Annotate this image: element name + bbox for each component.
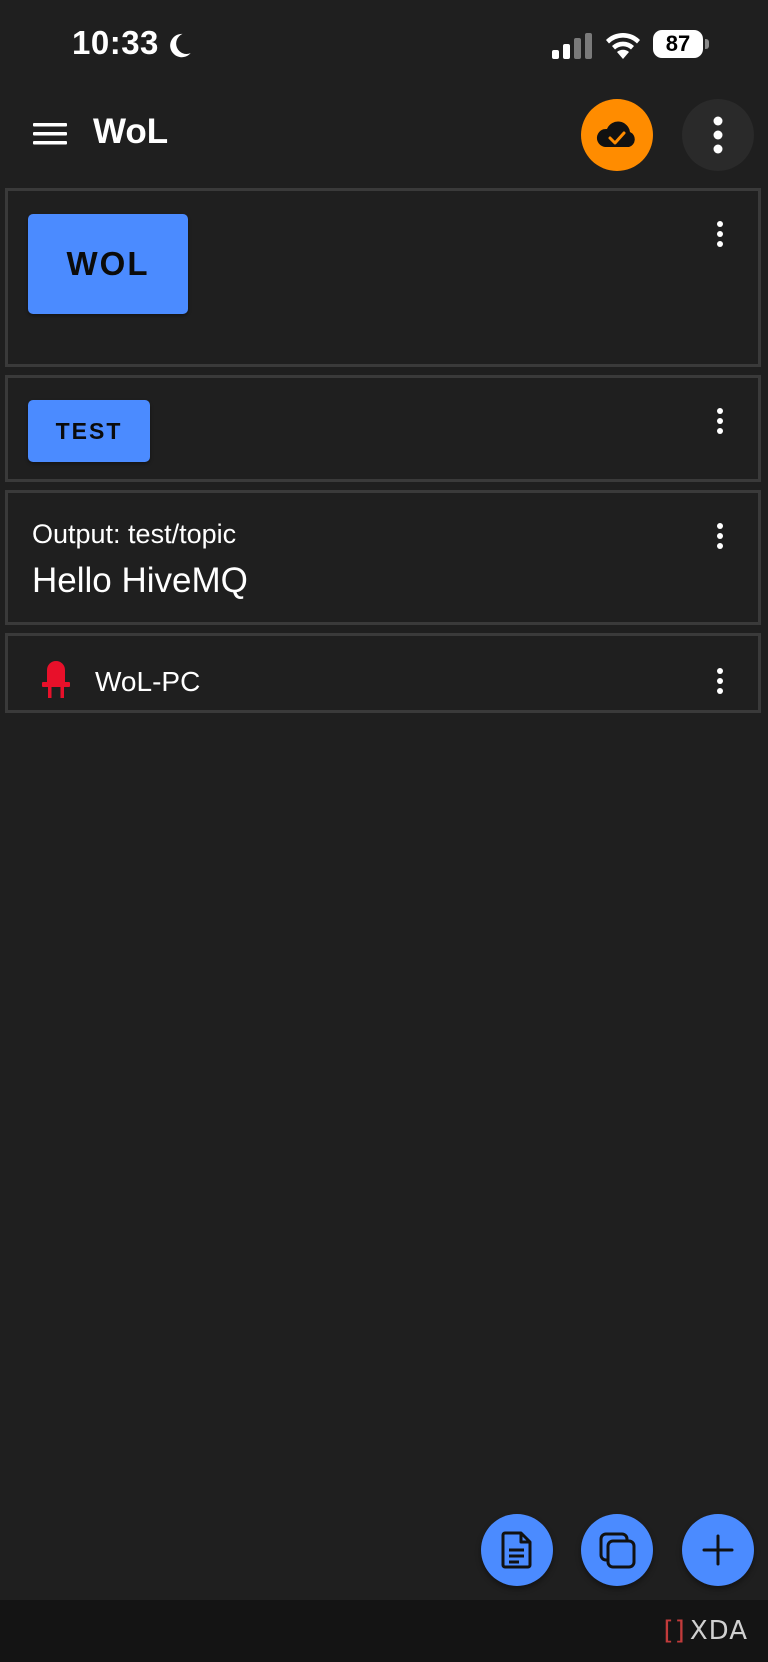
add-fab-button[interactable] (682, 1514, 754, 1586)
card-test-menu-icon[interactable] (710, 408, 730, 440)
battery-tip (705, 39, 709, 49)
wol-button[interactable]: WOL (28, 214, 188, 314)
battery-level: 87 (653, 30, 703, 58)
device-label: WoL-PC (95, 666, 201, 697)
app-bar: WoL (0, 90, 768, 180)
output-topic-label: Output: test/topic (32, 519, 237, 549)
card-output-menu-icon[interactable] (710, 523, 730, 555)
wifi-icon (606, 32, 640, 59)
duplicate-fab-button[interactable] (581, 1514, 653, 1586)
bottom-strip: [] XDA (0, 1600, 768, 1662)
connection-status-button[interactable] (581, 99, 653, 171)
status-time: 10:33 (72, 24, 159, 61)
plus-icon (702, 1534, 734, 1566)
copy-icon (599, 1532, 636, 1569)
battery-indicator: 87 (653, 30, 709, 60)
card-wol: WOL (5, 188, 761, 367)
card-wol-menu-icon[interactable] (710, 221, 730, 253)
overflow-menu-button[interactable] (682, 99, 754, 171)
card-output: Output: test/topic Hello HiveMQ (5, 490, 761, 625)
logs-fab-button[interactable] (481, 1514, 553, 1586)
signal-icon (552, 33, 592, 59)
document-icon (501, 1531, 532, 1569)
more-vert-icon (713, 116, 723, 154)
app-screen: 10:33 87 WoL WOL TEST Output: test/topic… (0, 0, 768, 1662)
card-device-menu-icon[interactable] (710, 668, 730, 700)
output-value: Hello HiveMQ (32, 561, 248, 600)
watermark-logo: [] XDA (664, 1616, 748, 1646)
moon-icon (170, 33, 191, 58)
status-bar: 10:33 87 (0, 0, 768, 90)
card-device: WoL-PC (5, 633, 761, 713)
test-button[interactable]: TEST (28, 400, 150, 462)
app-title: WoL (93, 112, 169, 151)
cloud-check-icon (596, 121, 635, 147)
watermark-text: XDA (689, 1616, 748, 1646)
watermark-bracket-icon: [] (663, 1616, 686, 1646)
card-test: TEST (5, 375, 761, 482)
led-icon (42, 661, 70, 698)
hamburger-menu-icon[interactable] (30, 114, 70, 154)
